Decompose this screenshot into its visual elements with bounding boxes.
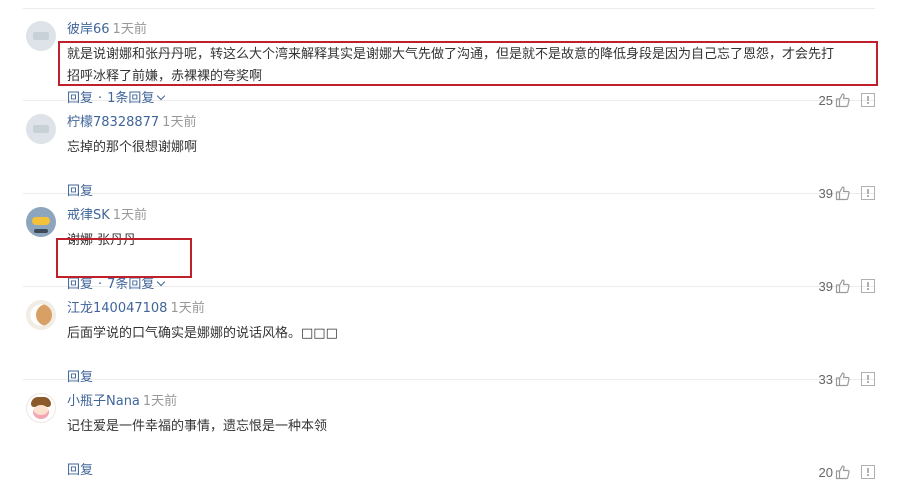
comment-meta: 小瓶子Nana 1天前 — [67, 394, 177, 410]
comment-meta: 彼岸66 1天前 — [67, 22, 147, 38]
report-icon[interactable] — [861, 465, 875, 479]
like-count: 20 — [818, 464, 833, 480]
timestamp: 1天前 — [142, 394, 178, 409]
comment-meta: 戒律SK 1天前 — [67, 208, 147, 224]
username[interactable]: 彼岸66 — [67, 22, 110, 37]
timestamp: 1天前 — [162, 115, 197, 130]
comment-item: 江龙140047108 1天前 后面学说的口气确实是娜娜的说话风格。□□□ 回复 … — [23, 287, 875, 387]
comment-text: 就是说谢娜和张丹丹呢，转这么大个湾来解释其实是谢娜大气先做了沟通，但是就不是故意… — [67, 47, 835, 84]
comment-meta: 柠檬78328877 1天前 — [67, 115, 196, 131]
chevron-down-icon — [157, 277, 166, 287]
comment-text: 记住爱是一件幸福的事情，遗忘恨是一种本领 — [67, 419, 328, 434]
avatar[interactable] — [26, 300, 56, 330]
avatar[interactable] — [26, 21, 56, 51]
timestamp: 1天前 — [112, 22, 147, 37]
avatar[interactable] — [26, 207, 56, 237]
chevron-down-icon — [157, 91, 166, 101]
comment-text: 谢娜 张丹丹 — [67, 233, 137, 248]
timestamp: 1天前 — [112, 208, 148, 223]
comment-item: 彼岸66 1天前 就是说谢娜和张丹丹呢，转这么大个湾来解释其实是谢娜大气先做了沟通… — [23, 8, 875, 108]
comment-text: 后面学说的口气确实是娜娜的说话风格。□□□ — [67, 326, 338, 341]
comment-actions: 回复 — [67, 463, 93, 479]
comment-tools: 20 — [819, 464, 875, 480]
comment-meta: 江龙140047108 1天前 — [67, 301, 205, 317]
username[interactable]: 柠檬78328877 — [67, 115, 159, 130]
comment-text: 忘掉的那个很想谢娜啊 — [67, 140, 198, 155]
comment-item: 戒律SK 1天前 谢娜 张丹丹 回复 · 7条回复 39 — [23, 194, 875, 294]
username[interactable]: 戒律SK — [67, 208, 110, 223]
username[interactable]: 江龙140047108 — [67, 301, 167, 316]
comment-item: 小瓶子Nana 1天前 记住爱是一件幸福的事情，遗忘恨是一种本领 回复 20 — [23, 380, 875, 480]
thumbs-up-icon[interactable] — [835, 464, 851, 480]
comment-list: 彼岸66 1天前 就是说谢娜和张丹丹呢，转这么大个湾来解释其实是谢娜大气先做了沟通… — [23, 8, 875, 480]
avatar[interactable] — [26, 393, 56, 423]
username[interactable]: 小瓶子Nana — [67, 394, 140, 409]
comment-item: 柠檬78328877 1天前 忘掉的那个很想谢娜啊 回复 39 — [23, 101, 875, 201]
reply-button[interactable]: 回复 — [67, 463, 93, 478]
timestamp: 1天前 — [170, 301, 205, 316]
avatar[interactable] — [26, 114, 56, 144]
